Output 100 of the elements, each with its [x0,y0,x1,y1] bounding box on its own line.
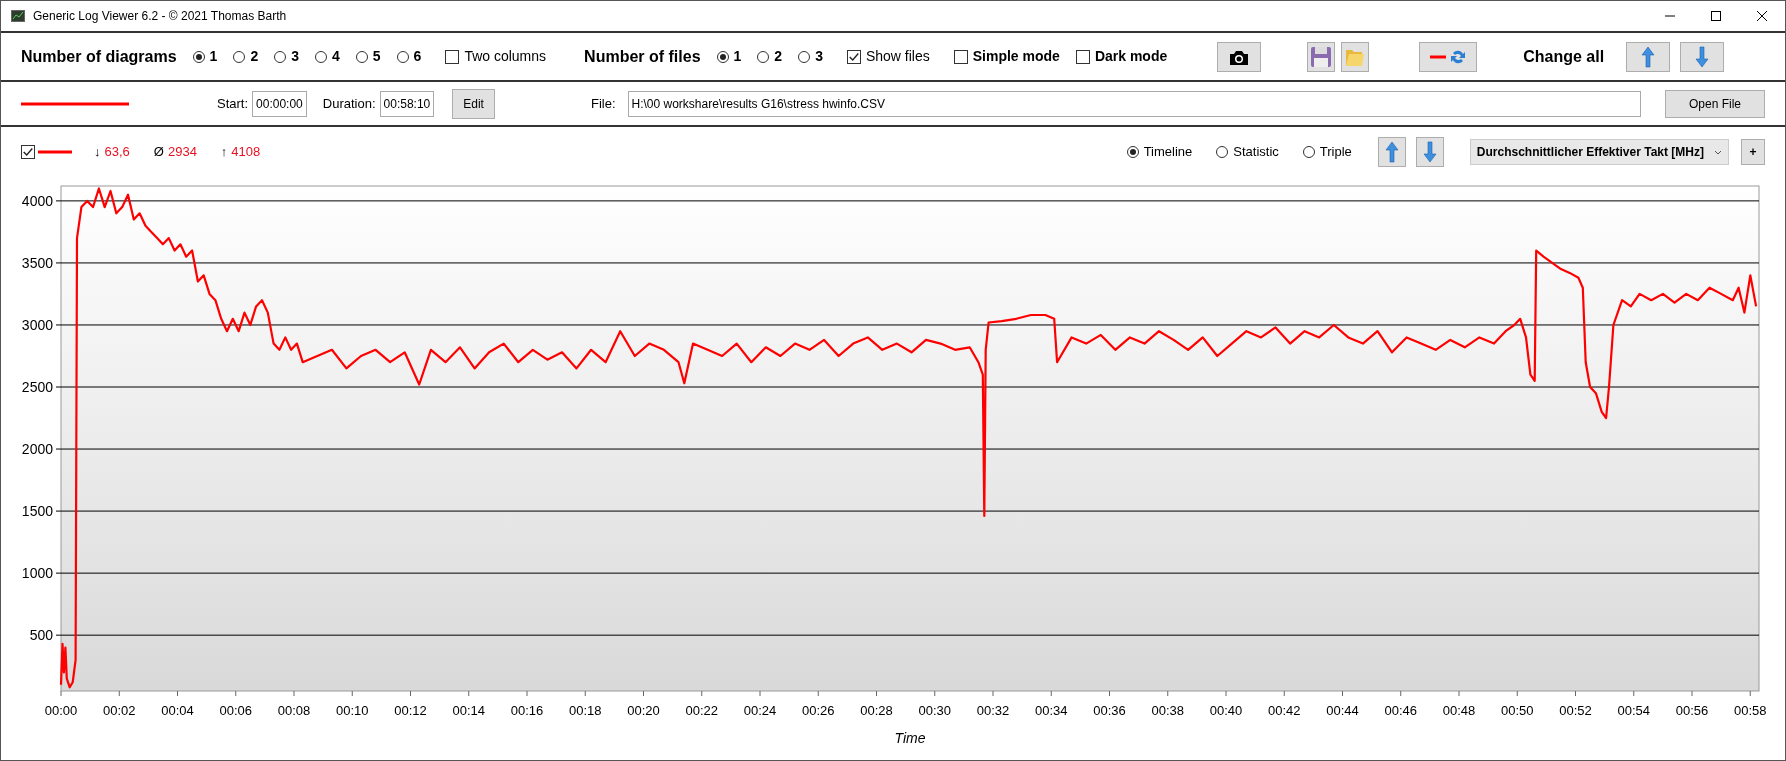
stat-value: 63,6 [104,143,130,162]
axis-tick-label: 3000 [21,316,53,333]
field-label: File: [590,94,616,113]
dropdown-value: Durchschnittlicher Effektiver Takt [MHz] [1476,144,1704,161]
checkbox[interactable] [1075,49,1090,64]
axis-tick-label: 00:12 [394,703,427,718]
radio-button[interactable] [192,50,205,63]
axis-tick-label: 00:04 [161,703,194,718]
radio-label[interactable]: 2 [250,46,259,67]
checkbox[interactable] [846,49,861,64]
up-arrow-icon [1383,141,1400,163]
axis-title: Time [894,730,926,746]
start-time-field[interactable]: 00:00:00 [252,90,307,117]
axis-tick-label: 00:54 [1617,703,1651,718]
radio-button[interactable] [798,50,811,63]
axis-tick-label: 00:48 [1442,703,1476,718]
change-all-label: Change all [1523,46,1605,67]
axis-tick-label: 00:20 [627,703,660,718]
axis-tick-label: 00:22 [685,703,719,718]
checkbox-label[interactable]: Dark mode [1094,46,1168,67]
axis-tick-label: 00:16 [510,703,544,718]
swap-color-button[interactable] [1419,41,1478,72]
axis-tick-label: 00:34 [1035,703,1068,718]
axis-tick-label: 4000 [21,192,53,209]
radio-label[interactable]: Statistic [1233,142,1279,162]
checkbox[interactable] [953,49,968,64]
radio-button[interactable] [1302,146,1315,158]
chevron-down-icon [1714,149,1722,155]
add-button[interactable]: + [1741,139,1765,165]
radio-label[interactable]: 6 [413,46,422,67]
stat-symbol: ↑ [220,143,228,162]
down-arrow-icon [1421,141,1438,163]
down-arrow-icon [1694,45,1711,68]
move-down-button[interactable] [1680,41,1725,72]
save-button[interactable] [1307,41,1336,72]
checkbox-label[interactable]: Simple mode [972,46,1060,67]
open-file-button[interactable]: Open File [1665,89,1765,118]
checkbox-label[interactable]: Show files [865,46,930,67]
axis-tick-label: 500 [29,627,53,644]
axis-tick-label: 00:14 [452,703,486,718]
checkbox[interactable] [445,49,460,64]
screenshot-button[interactable] [1217,41,1262,72]
move-up-button[interactable] [1626,41,1671,72]
radio-button[interactable] [716,50,729,63]
axis-tick-label: 00:30 [918,703,952,718]
radio-label[interactable]: 3 [291,46,299,67]
radio-button[interactable] [233,50,246,63]
stat-value: 2934 [167,143,197,162]
axis-tick-label: 3500 [21,254,53,271]
move-down-button[interactable] [1415,137,1444,167]
axis-tick-label: 00:32 [976,703,1010,718]
axis-tick-label: 1500 [21,503,53,520]
channel-dropdown[interactable]: Durchschnittlicher Effektiver Takt [MHz] [1469,139,1729,165]
duration-field[interactable]: 00:58:10 [379,90,435,117]
move-up-button[interactable] [1377,137,1406,167]
axis-tick-label: 00:50 [1501,703,1534,718]
radio-button[interactable] [1126,146,1139,158]
checkbox-label[interactable]: Two columns [464,46,547,67]
axis-tick-label: 00:28 [860,703,893,718]
file-path-field[interactable]: H:\00 workshare\results G16\stress hwinfo.CSV [627,90,1641,117]
edit-button[interactable]: Edit [452,88,495,119]
app-icon [11,9,25,23]
axis-tick-label: 00:56 [1675,703,1709,718]
axis-tick-label: 00:02 [103,703,136,718]
axis-tick-label: 00:40 [1209,703,1243,718]
radio-button[interactable] [396,50,409,63]
axis-tick-label: 00:44 [1326,703,1359,718]
axis-tick-label: 00:36 [1093,703,1126,718]
axis-tick-label: 00:08 [277,703,311,718]
radio-button[interactable] [1216,146,1229,158]
radio-label[interactable]: Triple [1319,142,1352,162]
radio-label[interactable]: 4 [332,46,340,67]
radio-label[interactable]: 3 [815,46,823,67]
axis-tick-label: 00:52 [1559,703,1592,718]
axis-tick-label: 2500 [21,379,53,395]
field-label: Duration: [322,94,376,113]
axis-tick-label: 00:58 [1734,703,1767,718]
visibility-checkbox[interactable] [21,145,35,159]
radio-label[interactable]: Timeline [1143,142,1193,162]
axis-tick-label: 00:00 [44,703,78,718]
stat-value: 4108 [231,143,261,162]
close-icon [1756,10,1768,22]
axis-tick-label: 00:38 [1151,703,1185,718]
radio-label[interactable]: 1 [733,46,742,67]
radio-label[interactable]: 2 [774,46,783,67]
stat-symbol: ↓ [94,143,101,162]
radio-label[interactable]: 1 [209,46,218,67]
line-swatch [38,149,72,155]
axis-tick-label: 1000 [21,565,53,582]
radio-button[interactable] [274,50,287,63]
radio-button[interactable] [355,50,368,63]
group-label: Number of diagrams [21,46,177,67]
radio-label[interactable]: 5 [372,46,381,67]
axis-tick-label: 00:10 [336,703,369,718]
axis-tick-label: 00:24 [743,703,777,718]
field-label: Start: [217,94,249,113]
radio-button[interactable] [315,50,327,63]
radio-button[interactable] [757,50,770,63]
axis-tick-label: 00:46 [1384,703,1418,718]
stat-symbol: Ø [153,143,164,162]
